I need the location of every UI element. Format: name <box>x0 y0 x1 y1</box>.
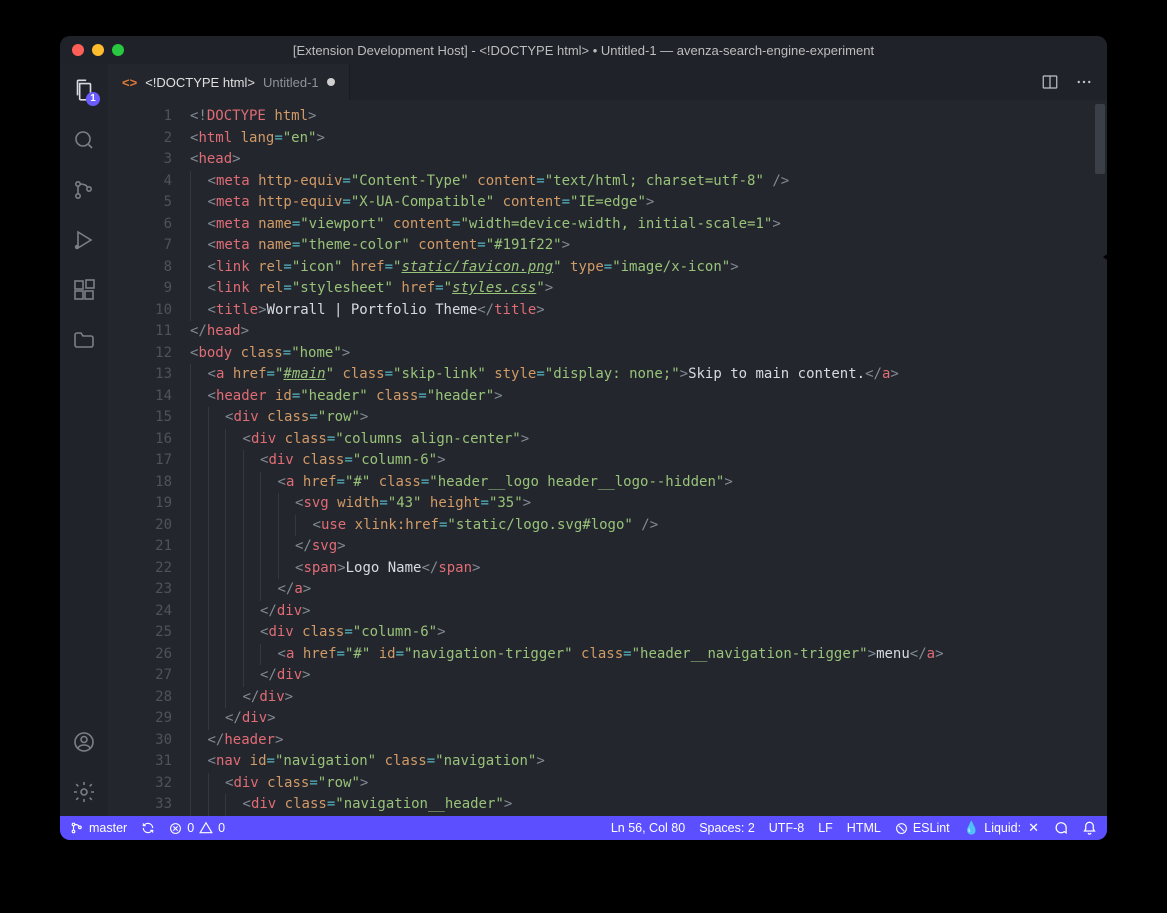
run-debug-icon[interactable] <box>70 226 98 254</box>
traffic-lights <box>72 44 124 56</box>
scrollbar-thumb[interactable] <box>1095 104 1105 174</box>
explorer-icon[interactable]: 1 <box>70 76 98 104</box>
split-editor-icon[interactable] <box>1041 73 1059 91</box>
status-language[interactable]: HTML <box>847 821 881 835</box>
titlebar: [Extension Development Host] - <!DOCTYPE… <box>60 36 1107 64</box>
tab-filename: <!DOCTYPE html> <box>145 75 255 90</box>
vscode-window: [Extension Development Host] - <!DOCTYPE… <box>60 36 1107 840</box>
search-icon[interactable] <box>70 126 98 154</box>
close-window-button[interactable] <box>72 44 84 56</box>
html-file-icon: <> <box>122 75 137 90</box>
editor-tab[interactable]: <> <!DOCTYPE html> Untitled-1 <box>108 64 350 100</box>
status-feedback-icon[interactable] <box>1053 821 1068 836</box>
more-actions-icon[interactable] <box>1075 73 1093 91</box>
status-spaces[interactable]: Spaces: 2 <box>699 821 755 835</box>
source-control-icon[interactable] <box>70 176 98 204</box>
close-icon[interactable]: ✕ <box>1028 820 1039 836</box>
status-warnings-count: 0 <box>218 821 225 835</box>
zoom-window-button[interactable] <box>112 44 124 56</box>
status-bell-icon[interactable] <box>1082 821 1097 836</box>
scrollbar[interactable] <box>1093 100 1107 816</box>
droplet-icon: 💧 <box>964 821 980 836</box>
editor-actions <box>1027 64 1107 100</box>
tab-subname: Untitled-1 <box>263 75 319 90</box>
settings-gear-icon[interactable] <box>70 778 98 806</box>
tab-bar: <> <!DOCTYPE html> Untitled-1 <box>108 64 1107 100</box>
window-title: [Extension Development Host] - <!DOCTYPE… <box>293 43 874 58</box>
accounts-icon[interactable] <box>70 728 98 756</box>
status-branch[interactable]: master <box>70 821 127 835</box>
extensions-icon[interactable] <box>70 276 98 304</box>
status-cursor[interactable]: Ln 56, Col 80 <box>611 821 685 835</box>
tab-dirty-indicator <box>327 78 335 86</box>
overview-ruler-arrow <box>1103 250 1107 264</box>
folder-icon[interactable] <box>70 326 98 354</box>
code-content[interactable]: <!DOCTYPE html><html lang="en"><head><me… <box>190 100 1107 816</box>
line-number-gutter: 1234567891011121314151617181920212223242… <box>108 100 190 816</box>
code-editor[interactable]: 1234567891011121314151617181920212223242… <box>108 100 1107 816</box>
explorer-badge: 1 <box>86 92 100 106</box>
status-problems[interactable]: 0 0 <box>169 821 225 835</box>
status-liquid[interactable]: 💧 Liquid: ✕ <box>964 820 1039 836</box>
status-eol[interactable]: LF <box>818 821 833 835</box>
activity-bar: 1 <box>60 64 108 816</box>
status-branch-label: master <box>89 821 127 835</box>
editor-group: <> <!DOCTYPE html> Untitled-1 1234567891… <box>108 64 1107 816</box>
status-encoding[interactable]: UTF-8 <box>769 821 804 835</box>
status-errors-count: 0 <box>187 821 194 835</box>
status-sync-icon[interactable] <box>141 821 155 835</box>
minimize-window-button[interactable] <box>92 44 104 56</box>
status-eslint[interactable]: ESLint <box>895 821 950 835</box>
status-bar: master 0 0 Ln 56, Col 80 Spaces: 2 UTF-8… <box>60 816 1107 840</box>
